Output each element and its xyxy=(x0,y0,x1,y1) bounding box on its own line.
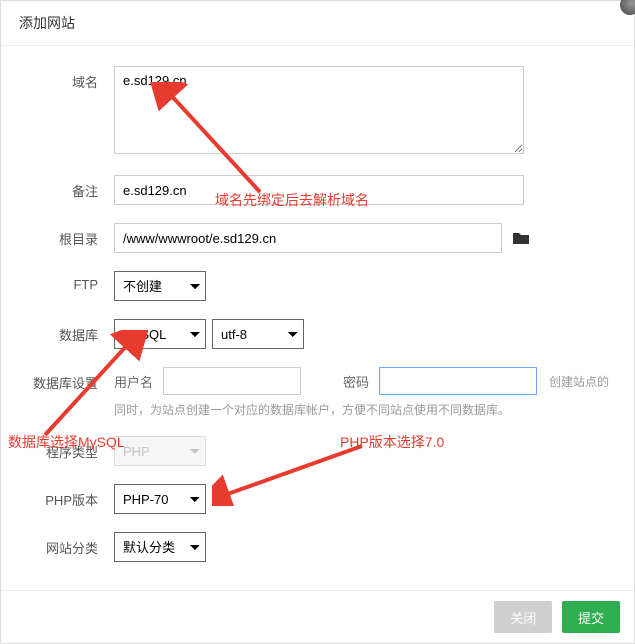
add-site-dialog: 添加网站 域名 e.sd129.cn 备注 根目录 FTP xyxy=(0,0,635,644)
dialog-body: 域名 e.sd129.cn 备注 根目录 FTP 不 xyxy=(1,46,634,590)
dialog-title: 添加网站 xyxy=(1,1,634,46)
ftp-select[interactable]: 不创建 xyxy=(114,271,206,301)
close-button[interactable]: 关闭 xyxy=(494,601,552,633)
domain-input[interactable]: e.sd129.cn xyxy=(114,66,524,154)
db-create-tip: 创建站点的 xyxy=(549,373,609,390)
label-root: 根目录 xyxy=(19,223,114,248)
label-domain: 域名 xyxy=(19,66,114,91)
db-user-input[interactable] xyxy=(163,367,301,395)
category-select[interactable]: 默认分类 xyxy=(114,532,206,562)
label-db-settings: 数据库设置 xyxy=(19,367,114,392)
db-charset-select[interactable]: utf-8 xyxy=(212,319,304,349)
php-version-select[interactable]: PHP-70 xyxy=(114,484,206,514)
db-help-text: 同时，为站点创建一个对应的数据库帐户，方便不同站点使用不同数据库。 xyxy=(114,401,616,418)
dialog-footer: 关闭 提交 xyxy=(1,590,634,643)
folder-icon[interactable] xyxy=(512,231,530,248)
root-input[interactable] xyxy=(114,223,502,253)
label-php: PHP版本 xyxy=(19,484,114,509)
remark-input[interactable] xyxy=(114,175,524,205)
db-user-label: 用户名 xyxy=(114,372,153,391)
db-engine-select[interactable]: MySQL xyxy=(114,319,206,349)
label-ftp: FTP xyxy=(19,271,114,292)
label-remark: 备注 xyxy=(19,175,114,200)
label-program: 程序类型 xyxy=(19,436,114,461)
db-pwd-input[interactable] xyxy=(379,367,537,395)
submit-button[interactable]: 提交 xyxy=(562,601,620,633)
label-db: 数据库 xyxy=(19,319,114,344)
label-category: 网站分类 xyxy=(19,532,114,557)
program-select: PHP xyxy=(114,436,206,466)
db-pwd-label: 密码 xyxy=(343,372,369,391)
